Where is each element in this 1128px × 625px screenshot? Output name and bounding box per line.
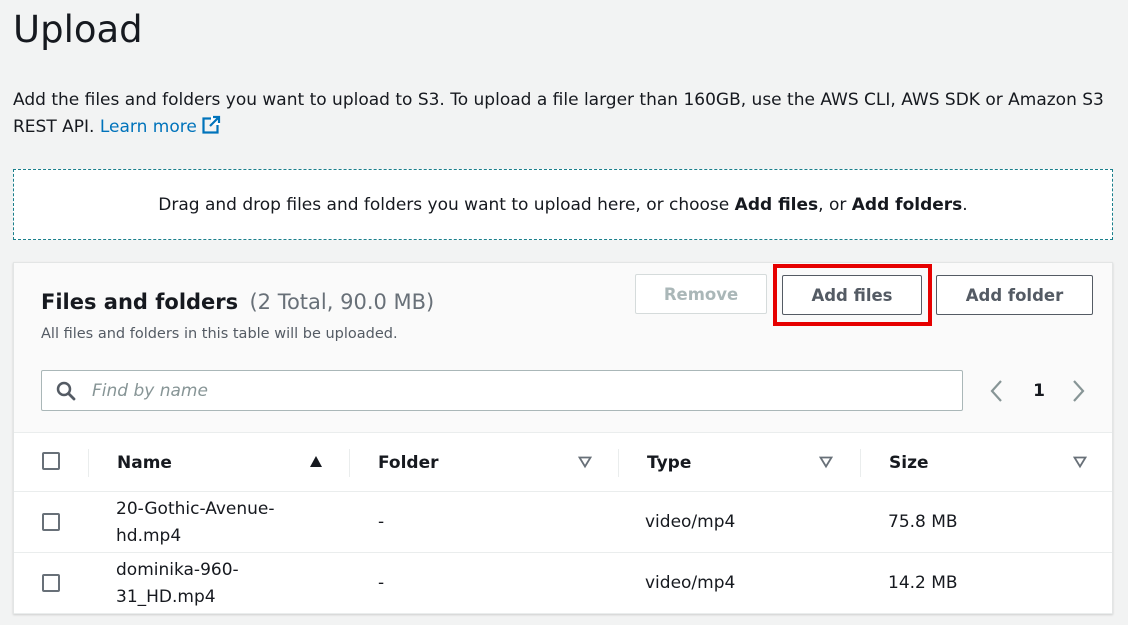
column-separator — [88, 449, 89, 477]
panel-title: Files and folders (2 Total, 90.0 MB) — [41, 287, 434, 317]
file-type: video/mp4 — [645, 573, 736, 593]
file-type: video/mp4 — [645, 512, 736, 532]
table-header: Name Folder Type Size — [14, 433, 1112, 492]
files-and-folders-panel: Files and folders (2 Total, 90.0 MB) All… — [13, 262, 1113, 614]
column-separator — [349, 449, 350, 477]
column-header-folder[interactable]: Folder — [378, 433, 439, 492]
row-checkbox[interactable] — [42, 574, 60, 592]
column-separator — [618, 449, 619, 477]
learn-more-link[interactable]: Learn more — [99, 115, 221, 137]
drop-zone-text-after: . — [962, 194, 968, 215]
file-folder: - — [378, 512, 385, 532]
select-all-checkbox[interactable] — [42, 452, 60, 470]
drop-zone-text: Drag and drop files and folders you want… — [158, 195, 967, 215]
table-row[interactable]: dominika-960-31_HD.mp4 - video/mp4 14.2 … — [14, 553, 1112, 614]
panel-description: All files and folders in this table will… — [41, 326, 398, 342]
next-page-button[interactable] — [1069, 378, 1089, 404]
panel-title-label: Files and folders — [41, 290, 239, 314]
column-header-size[interactable]: Size — [889, 433, 929, 492]
search-box — [41, 370, 963, 411]
search-icon — [56, 381, 76, 400]
file-size: 14.2 MB — [888, 573, 958, 593]
search-input[interactable] — [90, 379, 910, 402]
table-row[interactable]: 20-Gothic-Avenue-hd.mp4 - video/mp4 75.8… — [14, 492, 1112, 553]
drop-zone-text-middle: , or — [818, 194, 852, 215]
file-folder: - — [378, 573, 385, 593]
chevron-right-icon — [1073, 380, 1085, 402]
sort-caret-down-icon[interactable] — [1073, 455, 1087, 469]
drop-zone-add-files: Add files — [734, 194, 819, 215]
drop-zone-add-folders: Add folders — [851, 194, 963, 215]
intro-text: Add the files and folders you want to up… — [13, 87, 1123, 141]
file-size: 75.8 MB — [888, 512, 958, 532]
sort-caret-down-icon[interactable] — [819, 455, 833, 469]
learn-more-label: Learn more — [99, 117, 197, 137]
add-files-button[interactable]: Add files — [782, 275, 922, 315]
column-header-name[interactable]: Name — [117, 433, 172, 492]
file-name: dominika-960-31_HD.mp4 — [116, 559, 239, 607]
sort-ascending-icon[interactable] — [309, 455, 323, 469]
current-page-number[interactable]: 1 — [1031, 378, 1047, 404]
external-link-icon — [202, 115, 220, 134]
chevron-left-icon — [990, 380, 1002, 402]
drop-zone-text-before: Drag and drop files and folders you want… — [158, 194, 735, 215]
column-header-type[interactable]: Type — [647, 433, 691, 492]
drop-zone[interactable]: Drag and drop files and folders you want… — [13, 169, 1113, 240]
add-folder-button[interactable]: Add folder — [936, 275, 1093, 315]
column-separator — [860, 449, 861, 477]
row-checkbox[interactable] — [42, 513, 60, 531]
page-title: Upload — [13, 8, 143, 51]
file-name: 20-Gothic-Avenue-hd.mp4 — [116, 498, 275, 546]
previous-page-button[interactable] — [986, 378, 1006, 404]
files-table: Name Folder Type Size 20-Gothic-Avenue-h… — [14, 432, 1112, 614]
remove-button[interactable]: Remove — [635, 274, 767, 314]
sort-caret-down-icon[interactable] — [578, 455, 592, 469]
panel-total-count: (2 Total, 90.0 MB) — [249, 290, 435, 314]
